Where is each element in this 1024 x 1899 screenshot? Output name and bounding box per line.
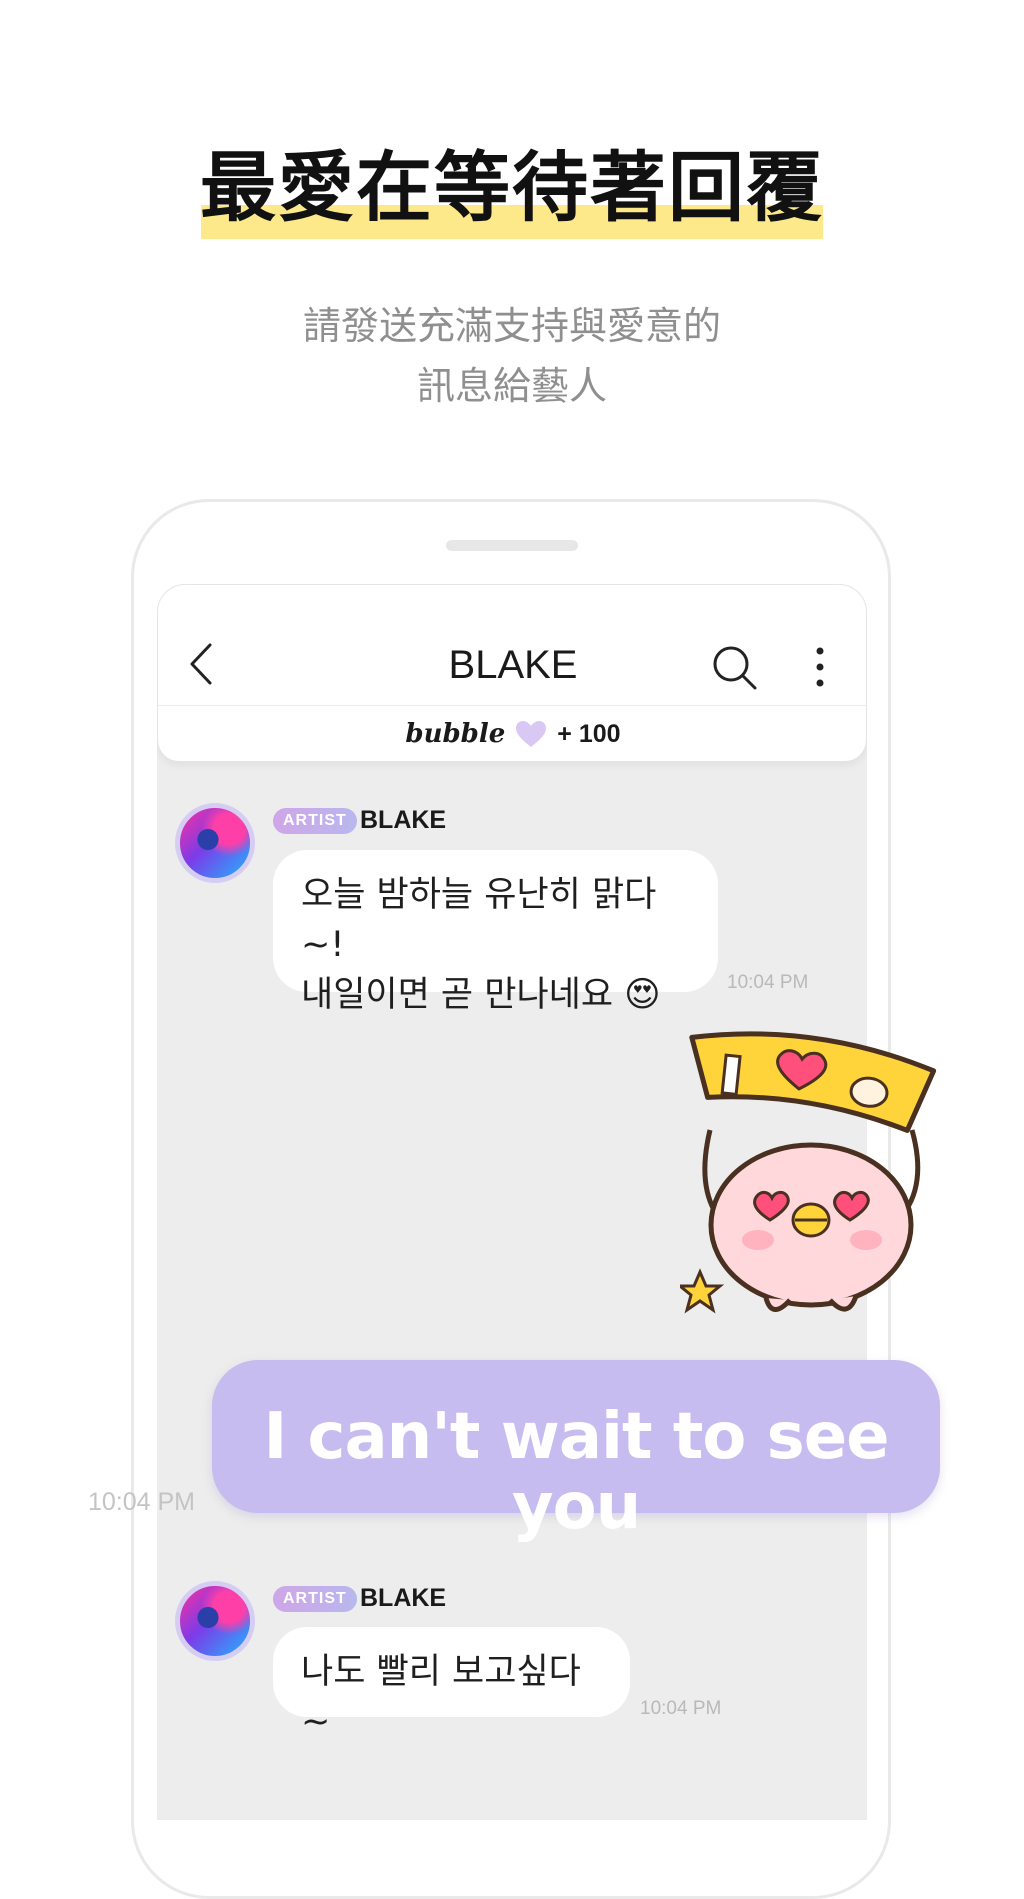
artist-badge: ARTIST	[273, 808, 357, 834]
love-sticker-image	[680, 1031, 937, 1314]
avatar[interactable]	[175, 1581, 255, 1661]
outgoing-message-text: I can't wait to see you	[263, 1400, 889, 1544]
bubble-counter: bubble + 100	[158, 715, 867, 753]
header-divider	[158, 705, 867, 706]
promo-headline-block: 最愛在等待著回覆	[0, 140, 1024, 250]
outgoing-message-bubble: I can't wait to see you	[212, 1360, 940, 1542]
promo-subtitle: 請發送充滿支持與愛意的 訊息給藝人	[0, 296, 1024, 416]
more-vertical-icon[interactable]	[808, 643, 832, 691]
phone-speaker	[446, 540, 578, 551]
avatar[interactable]	[175, 803, 255, 883]
promo-headline: 最愛在等待著回覆	[200, 143, 824, 232]
search-icon[interactable]	[710, 643, 760, 693]
promo-subtitle-line-2: 訊息給藝人	[416, 364, 607, 408]
sender-name: BLAKE	[360, 1584, 447, 1612]
message-bubble: 오늘 밤하늘 유난히 맑다~! 내일이면 곧 만나네요 😍	[273, 850, 718, 1015]
message-time: 10:04 PM	[640, 1698, 722, 1719]
message-bubble: 나도 빨리 보고싶다~	[273, 1627, 630, 1742]
bubble-count: + 100	[557, 719, 621, 748]
outgoing-message-time: 10:04 PM	[88, 1488, 196, 1516]
heart-icon	[516, 721, 547, 747]
message-time: 10:04 PM	[727, 972, 809, 993]
chat-title: BLAKE	[448, 643, 578, 687]
bubble-logo: bubble	[405, 719, 506, 749]
promo-subtitle-line-1: 請發送充滿支持與愛意的	[302, 304, 721, 348]
sender-name: BLAKE	[360, 806, 447, 834]
chat-header: BLAKE bubble + 100	[157, 584, 867, 762]
artist-badge: ARTIST	[273, 1586, 357, 1612]
